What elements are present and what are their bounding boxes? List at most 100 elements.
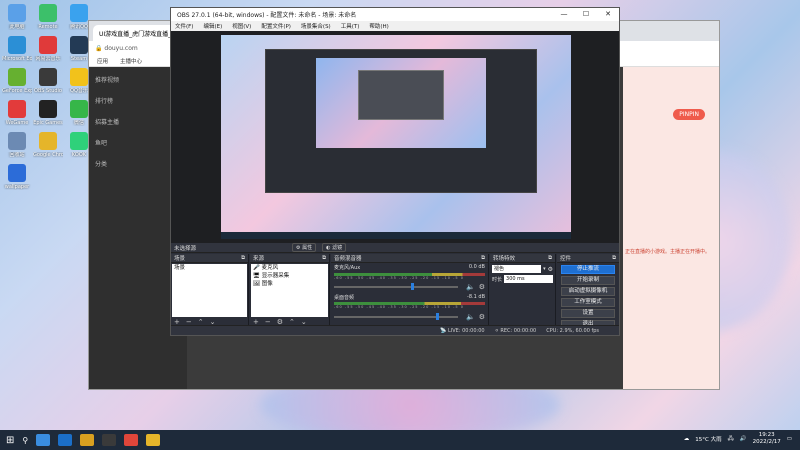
controls-dock: 控件 ⧉ 停止推流 开始录制 启动虚拟摄像机 工作室模式 设置 退出 [557, 254, 619, 329]
menu-view[interactable]: 视图(V) [232, 22, 251, 30]
undock-icon[interactable]: ⧉ [241, 255, 245, 262]
duration-input[interactable]: 300 ms [504, 275, 553, 283]
menu-edit[interactable]: 编辑(E) [203, 22, 222, 30]
live-icon: 📡 [440, 327, 447, 334]
desktop-icon[interactable]: Microsoft Edge [2, 36, 32, 62]
mixer-track-mic: 麦克风/Aux 0.0 dB -60 -55 -50 -45 -40 -35 -… [331, 263, 488, 293]
transitions-header: 转场特效 [493, 256, 516, 262]
desktop-icon[interactable]: WeGame [2, 100, 32, 126]
settings-button[interactable]: 设置 [561, 309, 615, 318]
obs-window[interactable]: OBS 27.0.1 (64-bit, windows) - 配置文件: 未命名… [170, 7, 620, 336]
pinpin-button[interactable]: PINPIN [673, 109, 705, 120]
menu-tools[interactable]: 工具(T) [341, 22, 360, 30]
transition-select[interactable]: 褪色 [492, 265, 542, 273]
studio-mode-button[interactable]: 工作室模式 [561, 298, 615, 307]
preview-capture [221, 35, 571, 239]
sidebar-item[interactable]: 分类 [95, 159, 181, 168]
source-item[interactable]: 🖥 显示器采集 [251, 272, 328, 280]
clock[interactable]: 19:23 2022/2/17 [753, 432, 781, 446]
windows-start-icon[interactable]: ⊞ [6, 435, 14, 446]
desktop-icon[interactable]: 此电脑 [2, 4, 32, 30]
taskbar-app-icon[interactable] [80, 434, 95, 446]
close-button[interactable]: ✕ [597, 8, 619, 21]
sidebar-item[interactable]: 推荐视频 [95, 75, 181, 84]
virtual-camera-button[interactable]: 启动虚拟摄像机 [561, 287, 615, 296]
slider-knob[interactable] [435, 313, 439, 320]
undock-icon[interactable]: ⧉ [481, 255, 485, 262]
desktop-icon[interactable]: Remote [33, 4, 63, 30]
taskbar-app-icon[interactable] [58, 434, 73, 446]
taskbar-app-icon[interactable] [124, 434, 139, 446]
taskbar-app-icon[interactable] [146, 434, 161, 446]
speaker-icon[interactable]: 🔈 [466, 313, 475, 321]
desktop-icon[interactable]: 网易云音乐 [33, 36, 63, 62]
desktop-icon[interactable]: OBS Studio [33, 68, 63, 94]
source-toolbar: 未选择源 ⚙ 属性 ◐ 滤镜 [171, 243, 619, 253]
app-icon [70, 132, 88, 150]
stop-streaming-button[interactable]: 停止推流 [561, 265, 615, 274]
right-panel-text: 正在直播的小游戏。主播正在开播中。 [625, 249, 711, 255]
app-icon [8, 68, 26, 86]
menu-profile[interactable]: 配置文件(P) [261, 22, 291, 30]
nested-preview [265, 49, 537, 193]
obs-menubar: 文件(F) 编辑(E) 视图(V) 配置文件(P) 场景集合(S) 工具(T) … [171, 21, 619, 31]
desktop-icon-label: WeGame [5, 120, 29, 126]
notification-icon[interactable]: ▭ [787, 436, 792, 442]
desktop-icon-label: OBS Studio [34, 88, 62, 94]
sources-header: 来源 [253, 256, 265, 262]
maximize-button[interactable]: ☐ [575, 8, 597, 21]
slider-knob[interactable] [410, 283, 414, 290]
speaker-icon[interactable]: 🔈 [466, 283, 475, 291]
window-title: OBS 27.0.1 (64-bit, windows) - 配置文件: 未命名… [177, 12, 357, 19]
source-item[interactable]: 🖼 图像 [251, 280, 328, 288]
volume-slider[interactable] [334, 313, 458, 320]
image-icon: 🖼 [253, 281, 260, 287]
sources-dock: 来源 ⧉ 🎤 麦克风 🖥 显示器采集 🖼 图像 + − ⚙ ⌃ ⌄ [250, 254, 330, 327]
sidebar-item[interactable]: 鱼吧 [95, 138, 181, 147]
menu-help[interactable]: 帮助(H) [369, 22, 388, 30]
sources-list[interactable]: 🎤 麦克风 🖥 显示器采集 🖼 图像 [251, 264, 328, 317]
nested-preview-2 [316, 58, 486, 148]
menu-file[interactable]: 文件(F) [175, 22, 193, 30]
app-icon [8, 164, 26, 182]
gear-icon[interactable]: ⚙ [479, 313, 485, 321]
desktop-icon[interactable]: 回收站 [2, 132, 32, 158]
desktop-icon[interactable]: Epic Games [33, 100, 63, 126]
volume-slider[interactable] [334, 283, 458, 290]
controls-header: 控件 [560, 256, 572, 262]
sidebar-item[interactable]: 招募主播 [95, 117, 181, 126]
network-icon[interactable]: 🖧 [728, 435, 734, 444]
source-item[interactable]: 🎤 麦克风 [251, 264, 328, 272]
bookmark-streamer-center[interactable]: 主播中心 [120, 57, 142, 65]
scenes-list[interactable]: 场景 [172, 264, 247, 317]
start-recording-button[interactable]: 开始录制 [561, 276, 615, 285]
weather-text[interactable]: 15°C 大雨 [695, 435, 721, 443]
minimize-button[interactable]: — [553, 8, 575, 21]
menu-scene-collection[interactable]: 场景集合(S) [301, 22, 331, 30]
volume-icon[interactable]: 🔊 [740, 436, 747, 442]
gear-icon[interactable]: ⚙ [548, 266, 553, 273]
track-name: 桌面音频 [334, 295, 355, 301]
undock-icon[interactable]: ⧉ [548, 255, 552, 262]
bookmark-apps[interactable]: 应用 [97, 57, 108, 65]
taskbar-app-icon[interactable] [36, 434, 51, 446]
taskbar-app-icon[interactable] [102, 434, 117, 446]
sidebar-item[interactable]: 排行榜 [95, 96, 181, 105]
desktop-icon[interactable]: GeForce Experience [2, 68, 32, 94]
taskbar: ⊞ ⚲ ☁ 15°C 大雨 🖧 🔊 19:23 2022/2/17 ▭ [0, 430, 800, 450]
source-label: 显示器采集 [261, 273, 290, 279]
gear-icon[interactable]: ⚙ [479, 283, 485, 291]
properties-button[interactable]: ⚙ 属性 [292, 243, 317, 252]
chevron-down-icon[interactable]: ▾ [543, 266, 546, 272]
undock-icon[interactable]: ⧉ [322, 255, 326, 262]
app-icon [39, 4, 57, 22]
gear-icon: ⚙ [296, 245, 301, 251]
filters-button[interactable]: ◐ 滤镜 [322, 243, 347, 252]
desktop-icon[interactable]: wallpaper [2, 164, 32, 190]
obs-titlebar: OBS 27.0.1 (64-bit, windows) - 配置文件: 未命名… [171, 8, 619, 21]
scene-item[interactable]: 场景 [172, 264, 247, 272]
undock-icon[interactable]: ⧉ [612, 255, 616, 262]
obs-preview[interactable] [171, 31, 619, 243]
app-icon [8, 4, 26, 22]
desktop-icon[interactable]: Google Chrome [33, 132, 63, 158]
